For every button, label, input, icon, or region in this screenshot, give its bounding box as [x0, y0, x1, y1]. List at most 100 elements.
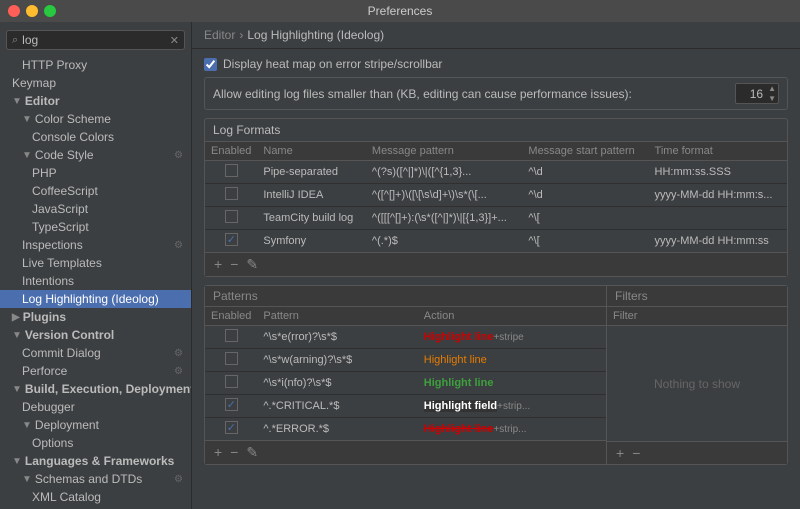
- sidebar-item-label: Version Control: [25, 328, 114, 342]
- sidebar-item-color-scheme[interactable]: ▼ Color Scheme: [0, 110, 191, 128]
- row-time: HH:mm:ss.SSS: [649, 161, 787, 184]
- sidebar-item-javascript[interactable]: JavaScript: [0, 200, 191, 218]
- table-row[interactable]: ^\s*e(rror)?\s*$ Highlight line+stripe: [205, 326, 606, 349]
- checkbox-icon[interactable]: [225, 375, 238, 388]
- row-name: IntelliJ IDEA: [257, 184, 366, 207]
- remove-pattern-button[interactable]: −: [227, 444, 241, 461]
- expand-arrow-icon: ▼: [22, 474, 32, 485]
- col-time-format: Time format: [649, 142, 787, 161]
- sidebar-item-plugins[interactable]: ▶ Plugins: [0, 308, 191, 326]
- sidebar-item-label: Plugins: [23, 310, 66, 324]
- add-pattern-button[interactable]: +: [211, 444, 225, 461]
- pat-col-pattern: Pattern: [257, 307, 417, 326]
- sidebar-item-label: Options: [32, 436, 73, 450]
- sidebar-item-label: Debugger: [22, 400, 75, 414]
- expand-arrow-icon: ▼: [22, 420, 32, 431]
- table-row[interactable]: ^.*ERROR.*$ Highlight line+strip...: [205, 418, 606, 441]
- minimize-button[interactable]: [26, 5, 38, 17]
- gear-icon: ⚙: [174, 240, 183, 251]
- sidebar-item-coffeescript[interactable]: CoffeeScript: [0, 182, 191, 200]
- sidebar-item-label: Live Templates: [22, 256, 102, 270]
- heatmap-checkbox[interactable]: [204, 58, 217, 71]
- checkbox-icon[interactable]: [225, 398, 238, 411]
- expand-arrow-icon: ▼: [12, 96, 22, 107]
- checkbox-icon[interactable]: [225, 233, 238, 246]
- sidebar-item-php[interactable]: PHP: [0, 164, 191, 182]
- table-row[interactable]: Pipe-separated ^(?s)([^|]*)\|([^{1,3}...…: [205, 161, 787, 184]
- sidebar-item-live-templates[interactable]: Live Templates: [0, 254, 191, 272]
- sidebar-item-perforce[interactable]: Perforce ⚙: [0, 362, 191, 380]
- expand-arrow-icon: ▼: [22, 150, 32, 161]
- sidebar-item-intentions[interactable]: Intentions: [0, 272, 191, 290]
- edit-pattern-button[interactable]: ✎: [243, 444, 261, 461]
- checkbox-icon[interactable]: [225, 187, 238, 200]
- sidebar-item-keymap[interactable]: Keymap: [0, 74, 191, 92]
- spinbox-up-icon[interactable]: ▲: [766, 84, 778, 94]
- pat-col-enabled: Enabled: [205, 307, 257, 326]
- sidebar-item-inspections[interactable]: Inspections ⚙: [0, 236, 191, 254]
- sidebar-item-commit-dialog[interactable]: Commit Dialog ⚙: [0, 344, 191, 362]
- sidebar-item-label: CoffeeScript: [32, 184, 98, 198]
- breadcrumb-separator: ›: [239, 28, 243, 42]
- search-input[interactable]: [22, 33, 166, 47]
- table-row[interactable]: TeamCity build log ^([[[^[]+):(\s*([^|]*…: [205, 207, 787, 230]
- add-filter-button[interactable]: +: [613, 445, 627, 461]
- checkbox-icon[interactable]: [225, 329, 238, 342]
- pat-pattern: ^\s*e(rror)?\s*$: [257, 326, 417, 349]
- breadcrumb: Editor › Log Highlighting (Ideolog): [192, 22, 800, 49]
- search-box[interactable]: ⌕ ✕: [6, 30, 185, 50]
- checkbox-icon[interactable]: [225, 421, 238, 434]
- spinbox[interactable]: 16 ▲ ▼: [735, 83, 779, 104]
- sidebar-item-schemas-dtds[interactable]: ▼ Schemas and DTDs ⚙: [0, 470, 191, 488]
- sidebar-item-code-style[interactable]: ▼ Code Style ⚙: [0, 146, 191, 164]
- expand-arrow-icon: ▼: [12, 456, 22, 467]
- table-row[interactable]: ^.*CRITICAL.*$ Highlight field+strip...: [205, 395, 606, 418]
- pat-action: Highlight line+stripe: [418, 326, 606, 349]
- sidebar-item-http-proxy[interactable]: HTTP Proxy: [0, 56, 191, 74]
- table-row[interactable]: ^\s*w(arning)?\s*$ Highlight line: [205, 349, 606, 372]
- maximize-button[interactable]: [44, 5, 56, 17]
- sidebar-item-deployment[interactable]: ▼ Deployment: [0, 416, 191, 434]
- row-start-pattern: ^\[: [522, 207, 648, 230]
- sidebar-item-debugger[interactable]: Debugger: [0, 398, 191, 416]
- close-button[interactable]: [8, 5, 20, 17]
- sidebar-item-label: Schemas and DTDs: [35, 472, 142, 486]
- spinbox-input[interactable]: 16: [736, 86, 766, 102]
- row-time: yyyy-MM-dd HH:mm:s...: [649, 184, 787, 207]
- remove-button[interactable]: −: [227, 256, 241, 273]
- sidebar-item-options[interactable]: Options: [0, 434, 191, 452]
- checkbox-icon[interactable]: [225, 210, 238, 223]
- sidebar-item-build-execution[interactable]: ▼ Build, Execution, Deployment: [0, 380, 191, 398]
- expand-arrow-icon: ▼: [22, 114, 32, 125]
- sidebar-item-typescript[interactable]: TypeScript: [0, 218, 191, 236]
- checkbox-icon[interactable]: [225, 164, 238, 177]
- sidebar-item-label: Inspections: [22, 238, 83, 252]
- row-msg-pattern: ^([^[]+)\([\[\s\d]+\)\s*(\[...: [366, 184, 523, 207]
- sidebar-item-log-highlighting[interactable]: Log Highlighting (Ideolog): [0, 290, 191, 308]
- sidebar-item-label: Console Colors: [32, 130, 114, 144]
- window-controls[interactable]: [8, 5, 56, 17]
- heatmap-row[interactable]: Display heat map on error stripe/scrollb…: [204, 57, 788, 71]
- pat-action: Highlight line+strip...: [418, 418, 606, 441]
- spinbox-buttons[interactable]: ▲ ▼: [766, 84, 778, 103]
- clear-search-icon[interactable]: ✕: [170, 34, 179, 47]
- sidebar-item-languages[interactable]: ▼ Languages & Frameworks: [0, 452, 191, 470]
- expand-arrow-icon: ▶: [12, 312, 20, 323]
- pat-action: Highlight field+strip...: [418, 395, 606, 418]
- table-row[interactable]: Symfony ^(.*)$ ^\[ yyyy-MM-dd HH:mm:ss: [205, 230, 787, 253]
- pat-col-action: Action: [418, 307, 606, 326]
- remove-filter-button[interactable]: −: [629, 445, 643, 461]
- edit-button[interactable]: ✎: [243, 256, 261, 273]
- add-button[interactable]: +: [211, 256, 225, 273]
- table-row[interactable]: ^\s*i(nfo)?\s*$ Highlight line: [205, 372, 606, 395]
- table-row[interactable]: IntelliJ IDEA ^([^[]+)\([\[\s\d]+\)\s*(\…: [205, 184, 787, 207]
- checkbox-icon[interactable]: [225, 352, 238, 365]
- main-area: ⌕ ✕ HTTP Proxy Keymap ▼ Editor ▼ Color S…: [0, 22, 800, 509]
- breadcrumb-parent: Editor: [204, 28, 235, 42]
- sidebar-item-editor[interactable]: ▼ Editor: [0, 92, 191, 110]
- sidebar-item-version-control[interactable]: ▼ Version Control: [0, 326, 191, 344]
- spinbox-down-icon[interactable]: ▼: [766, 94, 778, 104]
- sidebar-item-console-colors[interactable]: Console Colors: [0, 128, 191, 146]
- patterns-pane: Patterns Enabled Pattern Action: [205, 286, 607, 464]
- sidebar-item-xml-catalog[interactable]: XML Catalog: [0, 488, 191, 506]
